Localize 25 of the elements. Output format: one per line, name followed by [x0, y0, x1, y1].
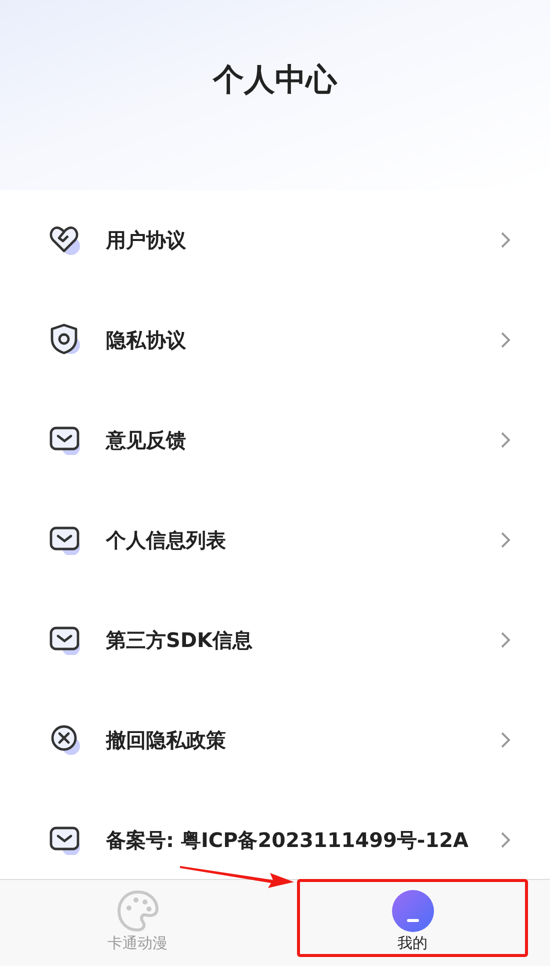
heart-icon: [49, 224, 83, 256]
avatar-icon: [392, 890, 434, 932]
menu-item-label[interactable]: 个人信息列表: [106, 525, 500, 555]
menu-item-label[interactable]: 意见反馈: [106, 425, 500, 455]
page-title: 个人中心: [213, 61, 337, 100]
chevron-right-icon: [500, 631, 512, 649]
chevron-right-icon: [500, 731, 512, 749]
mail-icon: [49, 625, 83, 655]
shield-icon: [49, 323, 83, 357]
chevron-right-icon: [500, 531, 512, 549]
menu-item-label[interactable]: 撤回隐私政策: [106, 725, 500, 755]
chevron-right-icon: [500, 831, 512, 849]
mail-icon: [49, 525, 83, 555]
menu-item-label[interactable]: 用户协议: [106, 225, 500, 255]
chevron-right-icon: [500, 431, 512, 449]
menu-item-label[interactable]: 备案号: 粤ICP备2023111499号-12A: [106, 825, 500, 855]
close-icon: [49, 724, 83, 756]
mail-icon: [49, 425, 83, 455]
menu-item-label[interactable]: 隐私协议: [106, 325, 500, 355]
tab-bar-item[interactable]: 我的: [388, 890, 438, 954]
chevron-right-icon: [500, 231, 512, 249]
chevron-right-icon: [500, 331, 512, 349]
menu-item-label[interactable]: 第三方SDK信息: [106, 625, 500, 655]
palette-icon: [116, 890, 158, 932]
mail-icon: [49, 825, 83, 855]
